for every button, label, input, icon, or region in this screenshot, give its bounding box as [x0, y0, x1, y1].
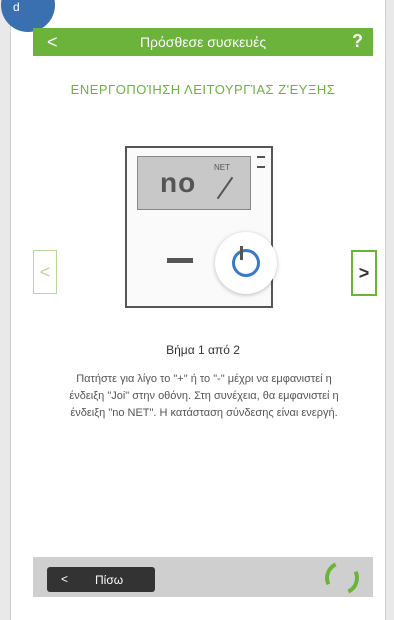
- back-button[interactable]: < Πίσω: [47, 567, 155, 592]
- app-screen: d < Πρόσθεσε συσκευές ? ΕΝΕΡΓΟΠΟΊΗΣΗ ΛΕΙ…: [1, 0, 386, 620]
- back-button-chevron-icon: <: [61, 572, 69, 586]
- display-text: no: [160, 167, 197, 198]
- page-title: Πρόσθεσε συσκευές: [139, 34, 267, 50]
- minus-icon: [167, 258, 193, 263]
- finger-press-icon: [232, 246, 260, 277]
- display-small-text: NET: [214, 163, 230, 172]
- loading-spinner-icon: [320, 556, 364, 600]
- display-slash-icon: [216, 176, 234, 200]
- back-button-label: Πίσω: [95, 573, 124, 587]
- footer-bar: < Πίσω: [33, 556, 373, 600]
- thermostat-display: no NET: [137, 156, 251, 210]
- prev-step-button[interactable]: <: [33, 250, 57, 294]
- corner-badge-label: d: [13, 0, 20, 14]
- help-icon[interactable]: ?: [352, 31, 363, 52]
- header-bar: < Πρόσθεσε συσκευές ?: [33, 28, 373, 56]
- step-indicator: Βήμα 1 από 2: [166, 343, 240, 357]
- menu-lines-icon: [257, 156, 265, 168]
- press-highlight: [215, 232, 277, 294]
- instruction-text: Πατήστε για λίγο το "+" ή το "-" μέχρι ν…: [69, 373, 339, 419]
- section-title: ΕΝΕΡΓΟΠΟΊΗΣΗ ΛΕΙΤΟΥΡΓΊΑΣ Ζ'ΕΥΞΗΣ: [70, 82, 336, 97]
- thermostat-illustration: no NET: [125, 146, 277, 308]
- next-step-button[interactable]: >: [351, 250, 377, 296]
